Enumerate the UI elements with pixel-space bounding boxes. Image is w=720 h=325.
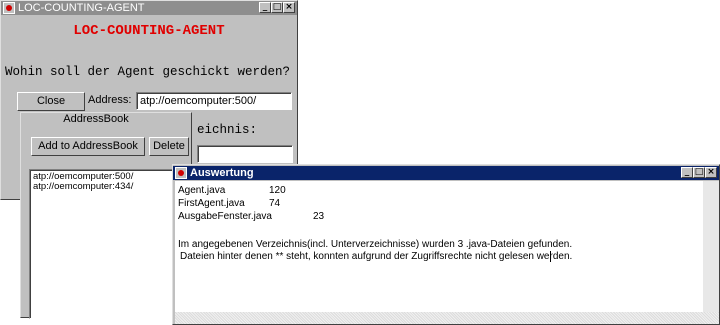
delete-button[interactable]: Delete: [149, 137, 189, 156]
minimize-icon[interactable]: _: [681, 167, 693, 178]
close-icon[interactable]: ×: [283, 2, 295, 13]
address-label: Address:: [88, 94, 132, 106]
hidden-label-fragment: eichnis:: [197, 123, 258, 137]
app-icon: [3, 2, 15, 14]
horizontal-scrollbar[interactable]: [175, 312, 719, 324]
app-icon: [175, 167, 187, 179]
add-to-addressbook-button[interactable]: Add to AddressBook: [31, 137, 145, 156]
directory-input[interactable]: [197, 145, 293, 163]
result-file: FirstAgent.java: [178, 198, 245, 209]
addressbook-window: AddressBook Add to AddressBook Delete at…: [20, 112, 192, 319]
result-file: AusgabeFenster.java: [178, 211, 272, 222]
address-input[interactable]: atp://oemcomputer:500/: [136, 92, 292, 110]
result-loc: 74: [269, 198, 281, 209]
agent-heading: LOC-COUNTING-AGENT: [73, 23, 225, 39]
results-textarea[interactable]: Agent.java 120 FirstAgent.java 74 Ausgab…: [175, 181, 703, 312]
addressbook-title: AddressBook: [63, 113, 129, 125]
summary-line-1: Im angegebenen Verzeichnis(incl. Unterve…: [178, 239, 573, 250]
address-list[interactable]: atp://oemcomputer:500/ atp://oemcomputer…: [29, 169, 191, 319]
agent-window-titlebar[interactable]: LOC-COUNTING-AGENT _ □ ×: [1, 1, 297, 15]
agent-question: Wohin soll der Agent geschickt werden?: [5, 65, 291, 79]
minimize-icon[interactable]: _: [259, 2, 271, 13]
result-loc: 23: [313, 211, 325, 222]
result-loc: 120: [269, 185, 286, 196]
address-list-item[interactable]: atp://oemcomputer:434/: [33, 182, 187, 192]
vertical-scrollbar[interactable]: [703, 181, 719, 312]
agent-window-title: LOC-COUNTING-AGENT: [18, 2, 145, 14]
close-button[interactable]: Close: [17, 92, 85, 111]
maximize-icon[interactable]: □: [693, 167, 705, 178]
auswertung-window: Auswertung _ □ × Agent.java 120 FirstAge…: [172, 164, 720, 325]
maximize-icon[interactable]: □: [271, 2, 283, 13]
result-file: Agent.java: [178, 185, 226, 196]
auswertung-title: Auswertung: [190, 167, 254, 179]
text-cursor: [550, 251, 551, 262]
auswertung-titlebar[interactable]: Auswertung _ □ ×: [173, 166, 719, 180]
close-icon[interactable]: ×: [705, 167, 717, 178]
summary-line-2: Dateien hinter denen ** steht, konnten a…: [180, 251, 573, 262]
